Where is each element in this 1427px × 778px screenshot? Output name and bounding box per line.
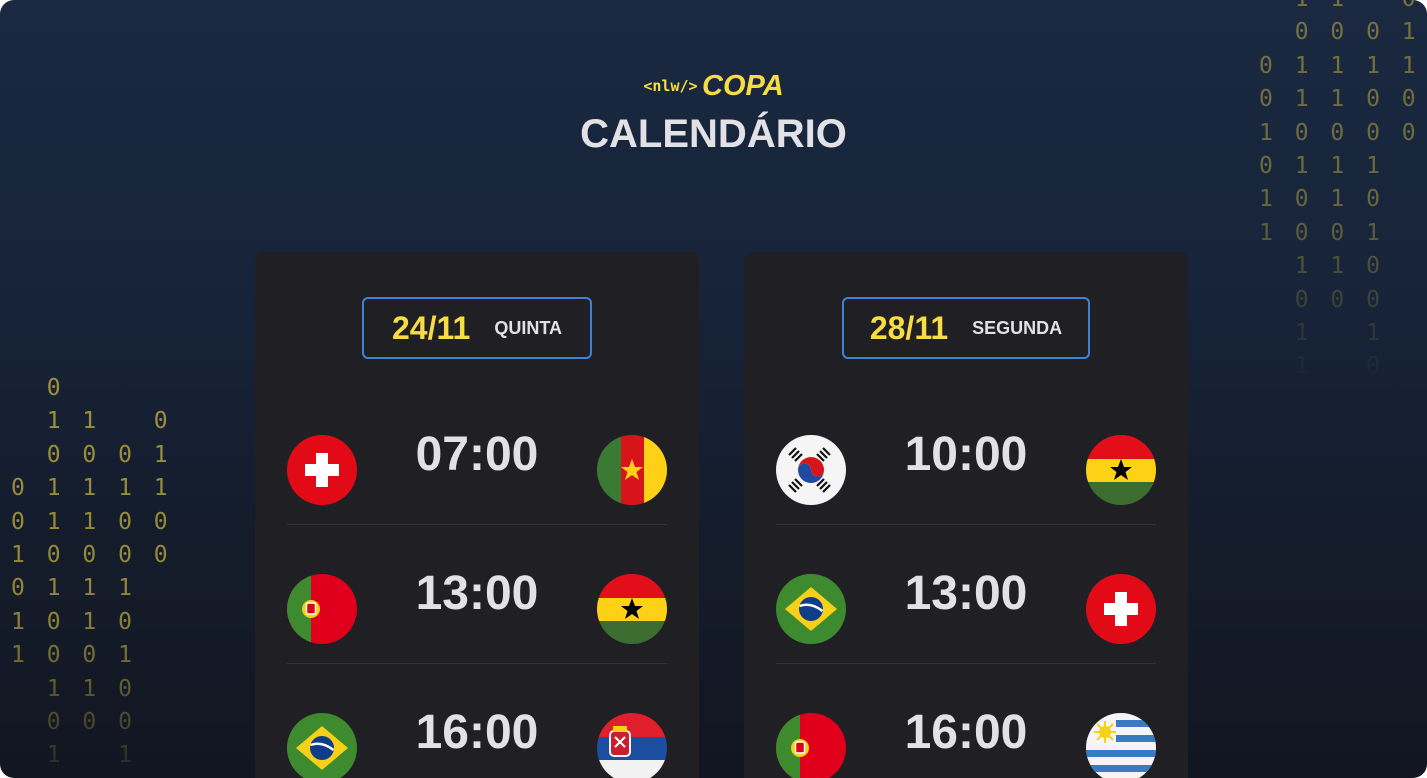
match-time: 07:00 — [415, 428, 539, 481]
weekday-label: QUINTA — [494, 317, 562, 338]
match-time: 13:00 — [415, 567, 539, 620]
cameroon-flag-icon — [597, 435, 667, 505]
match-time: 13:00 — [904, 567, 1028, 620]
brazil-flag-icon — [287, 713, 357, 778]
date-number: 24/11 — [392, 309, 471, 346]
logo-tag: <nlw/> — [643, 77, 698, 95]
match-row[interactable]: 10:00 — [776, 386, 1156, 525]
match-row[interactable]: 07:00 — [287, 386, 667, 525]
date-number: 28/11 — [869, 309, 949, 346]
ghana-flag-icon — [1086, 435, 1156, 505]
match-time: 10:00 — [904, 428, 1028, 481]
date-badge: 24/11 QUINTA — [362, 297, 592, 359]
portugal-flag-icon — [287, 574, 357, 644]
app-frame: 0 1 1 0 0 0 0 1 0 1 1 1 1 0 1 1 0 0 1 0 … — [0, 0, 1427, 778]
match-row[interactable]: 16:00 — [776, 664, 1156, 778]
binary-decoration-left: 0 1 1 0 0 0 0 1 0 1 1 1 1 0 1 1 0 0 1 0 … — [11, 375, 172, 769]
brazil-flag-icon — [776, 574, 846, 644]
uruguay-flag-icon — [1086, 713, 1156, 778]
day-card-2: 28/11 SEGUNDA 10:00 13:00 16:00 — [744, 252, 1188, 778]
ghana-flag-icon — [597, 574, 667, 644]
binary-decoration-right: 1 1 0 0 0 0 1 0 1 1 1 1 0 1 1 0 0 1 0 0 … — [1259, 0, 1420, 380]
switzerland-flag-icon — [287, 435, 357, 505]
match-time: 16:00 — [904, 706, 1028, 759]
match-row[interactable]: 13:00 — [776, 525, 1156, 664]
serbia-flag-icon — [597, 713, 667, 778]
south-korea-flag-icon — [776, 435, 846, 505]
portugal-flag-icon — [776, 713, 846, 778]
match-time: 16:00 — [415, 706, 539, 759]
match-row[interactable]: 13:00 — [287, 525, 667, 664]
logo-word: COPA — [702, 70, 784, 102]
switzerland-flag-icon — [1086, 574, 1156, 644]
date-badge: 28/11 SEGUNDA — [842, 297, 1090, 359]
nlw-copa-logo: <nlw/> COPA — [0, 70, 1427, 103]
day-card-1: 24/11 QUINTA 07:00 13:00 16:00 — [255, 252, 699, 778]
page-title: CALENDÁRIO — [580, 112, 847, 156]
match-row[interactable]: 16:00 — [287, 664, 667, 778]
weekday-label: SEGUNDA — [972, 317, 1063, 338]
